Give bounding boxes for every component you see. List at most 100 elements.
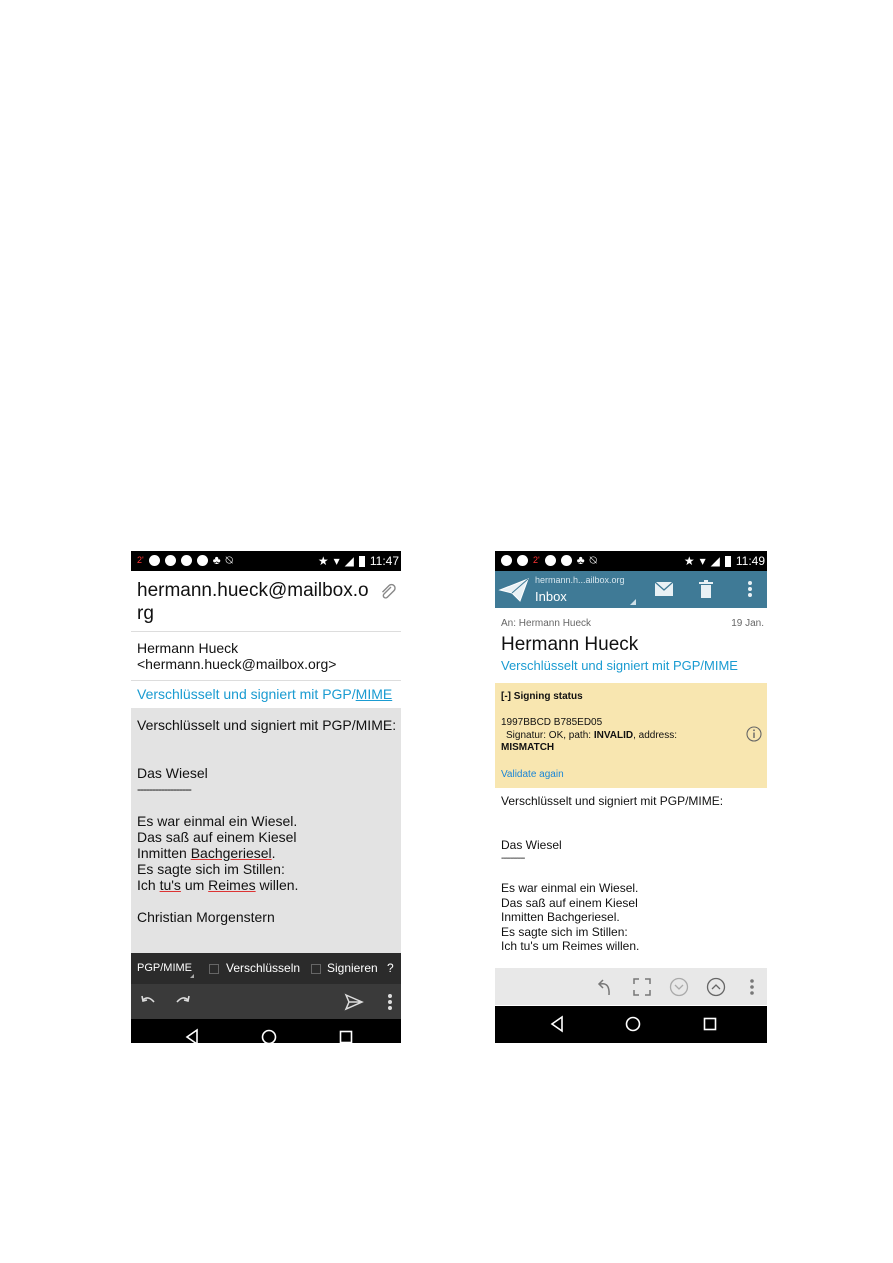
signal-icon: ◢ [344, 554, 354, 568]
redo-icon[interactable] [174, 993, 192, 1009]
spellcheck-word: Reimes [208, 877, 256, 893]
signature-status: Signatur: OK, path: INVALID, address: [506, 730, 678, 741]
message-body: Verschlüsselt und signiert mit PGP/MIME:… [501, 794, 723, 954]
wifi-icon: ▾ [699, 554, 706, 568]
opera-icon [560, 554, 572, 566]
overflow-menu-icon[interactable] [386, 993, 394, 1011]
home-icon[interactable] [260, 1028, 278, 1043]
cloud-icon [180, 554, 192, 566]
body-line: Christian Morgenstern [137, 909, 275, 925]
app-toolbar: hermann.h...ailbox.org Inbox [495, 571, 767, 608]
signing-status-panel: [-] Signing status 1997BBCD B785ED05 Sig… [495, 683, 767, 788]
encrypt-checkbox[interactable] [209, 964, 219, 974]
fullscreen-icon[interactable] [632, 977, 652, 997]
delete-icon[interactable] [698, 579, 714, 599]
battery-icon [724, 555, 731, 567]
back-icon[interactable] [549, 1015, 565, 1033]
cloud-icon [501, 554, 512, 566]
attachment-icon[interactable] [379, 583, 397, 601]
star-icon: ★ [317, 554, 329, 568]
body-line: Inmitten Bachgeriesel. [137, 845, 276, 861]
body-line: Es sagte sich im Stillen: [137, 861, 285, 877]
body-line: Ich tu's um Reimes willen. [137, 877, 299, 893]
back-icon[interactable] [184, 1028, 200, 1043]
compose-screen: 2' ♣ ⍉ ★ ▾ ◢ 11:47 hermann.hueck@mailbox… [131, 551, 401, 1043]
body-separator: ---------- [501, 853, 525, 864]
crypto-options-bar: PGP/MIME Verschlüsseln Signieren ? [131, 953, 401, 984]
folder-name[interactable]: Inbox [535, 589, 567, 604]
app-icon: ♣ [212, 553, 221, 567]
subject-link: MIME [355, 686, 393, 702]
from-field[interactable]: Hermann Hueck <hermann.hueck@mailbox.org… [131, 632, 401, 680]
cloud-icon [164, 554, 176, 566]
encrypt-label[interactable]: Verschlüsseln [226, 961, 300, 975]
muted-icon: ⍉ [589, 553, 597, 567]
status-time: 11:49 [735, 554, 765, 568]
app-icon: ♣ [576, 553, 585, 567]
status-bar: 2' ♣ ⍉ ★ ▾ ◢ 11:47 [131, 551, 401, 571]
body-line: Es war einmal ein Wiesel. [137, 813, 298, 829]
body-line: Inmitten Bachgeriesel. [501, 910, 620, 924]
message-subject: Verschlüsselt und signiert mit PGP/MIME [501, 658, 738, 673]
status-time: 11:47 [369, 554, 399, 568]
settings-icon [544, 554, 556, 566]
crypto-method-dropdown[interactable]: PGP/MIME [137, 962, 192, 974]
key-id: 1997BBCD B785ED05 [501, 717, 603, 728]
previous-message-icon[interactable] [706, 977, 726, 997]
notification-red-icon: 2' [533, 554, 540, 565]
body-line: Es war einmal ein Wiesel. [501, 881, 639, 895]
mail-icon[interactable] [654, 581, 674, 597]
next-message-icon[interactable] [669, 977, 689, 997]
sender-name[interactable]: Hermann Hueck [501, 634, 638, 656]
from-name: Hermann Hueck [137, 640, 239, 656]
address-mismatch: MISMATCH [501, 742, 555, 753]
subject-field[interactable]: Verschlüsselt und signiert mit PGP/MIME [131, 681, 401, 708]
home-icon[interactable] [624, 1015, 642, 1033]
signal-icon: ◢ [710, 554, 720, 568]
message-date: 19 Jan. [731, 618, 764, 629]
spellcheck-word: Bachgeriesel [190, 845, 272, 861]
body-line: Verschlüsselt und signiert mit PGP/MIME: [137, 717, 397, 733]
dropdown-corner-icon [630, 599, 636, 605]
body-line: Ich tu's um Reimes willen. [501, 939, 640, 953]
sign-checkbox[interactable] [311, 964, 321, 974]
body-line: Es sagte sich im Stillen: [501, 924, 628, 939]
sign-label[interactable]: Signieren [327, 961, 378, 975]
status-bar: 2' ♣ ⍉ ★ ▾ ◢ 11:49 [495, 551, 767, 571]
to-field[interactable]: hermann.hueck@mailbox.org [131, 571, 401, 631]
settings-icon [148, 554, 160, 566]
notification-red-icon: 2' [137, 554, 144, 565]
message-view-screen: 2' ♣ ⍉ ★ ▾ ◢ 11:49 hermann.h...ailbox.or… [495, 551, 767, 1043]
to-address[interactable]: hermann.hueck@mailbox.org [137, 579, 372, 625]
dropdown-corner-icon [190, 974, 194, 978]
body-line: Das Wiesel [501, 837, 562, 852]
message-body-editor[interactable]: Verschlüsselt und signiert mit PGP/MIME:… [131, 708, 401, 953]
compose-action-bar [131, 984, 401, 1019]
body-line: Das saß auf einem Kiesel [137, 829, 297, 845]
from-email: <hermann.hueck@mailbox.org> [137, 656, 337, 672]
message-action-bar [495, 968, 767, 1005]
app-logo-paper-plane-icon[interactable] [498, 577, 530, 603]
help-button[interactable]: ? [387, 961, 394, 975]
send-icon[interactable] [344, 992, 364, 1012]
opera-icon [196, 554, 208, 566]
body-line: Das saß auf einem Kiesel [501, 895, 638, 910]
android-nav-bar [131, 1019, 401, 1043]
subject-text: Verschlüsselt und signiert mit PGP/ [137, 686, 356, 702]
overflow-menu-icon[interactable] [748, 978, 756, 996]
signing-status-toggle[interactable]: [-] Signing status [501, 691, 583, 702]
info-icon[interactable] [746, 726, 762, 742]
account-name[interactable]: hermann.h...ailbox.org [535, 575, 625, 585]
validate-again-link[interactable]: Validate again [501, 769, 564, 780]
body-line: Das Wiesel [137, 765, 208, 781]
body-line: Verschlüsselt und signiert mit PGP/MIME: [501, 794, 724, 808]
overflow-menu-icon[interactable] [746, 580, 754, 598]
body-separator: ------------------ [137, 782, 192, 796]
undo-icon[interactable] [139, 993, 157, 1009]
star-icon: ★ [683, 554, 695, 568]
status-invalid: INVALID [593, 730, 634, 741]
muted-icon: ⍉ [225, 553, 233, 567]
recents-icon[interactable] [338, 1028, 354, 1043]
reply-icon[interactable] [595, 977, 615, 997]
recents-icon[interactable] [702, 1015, 718, 1033]
